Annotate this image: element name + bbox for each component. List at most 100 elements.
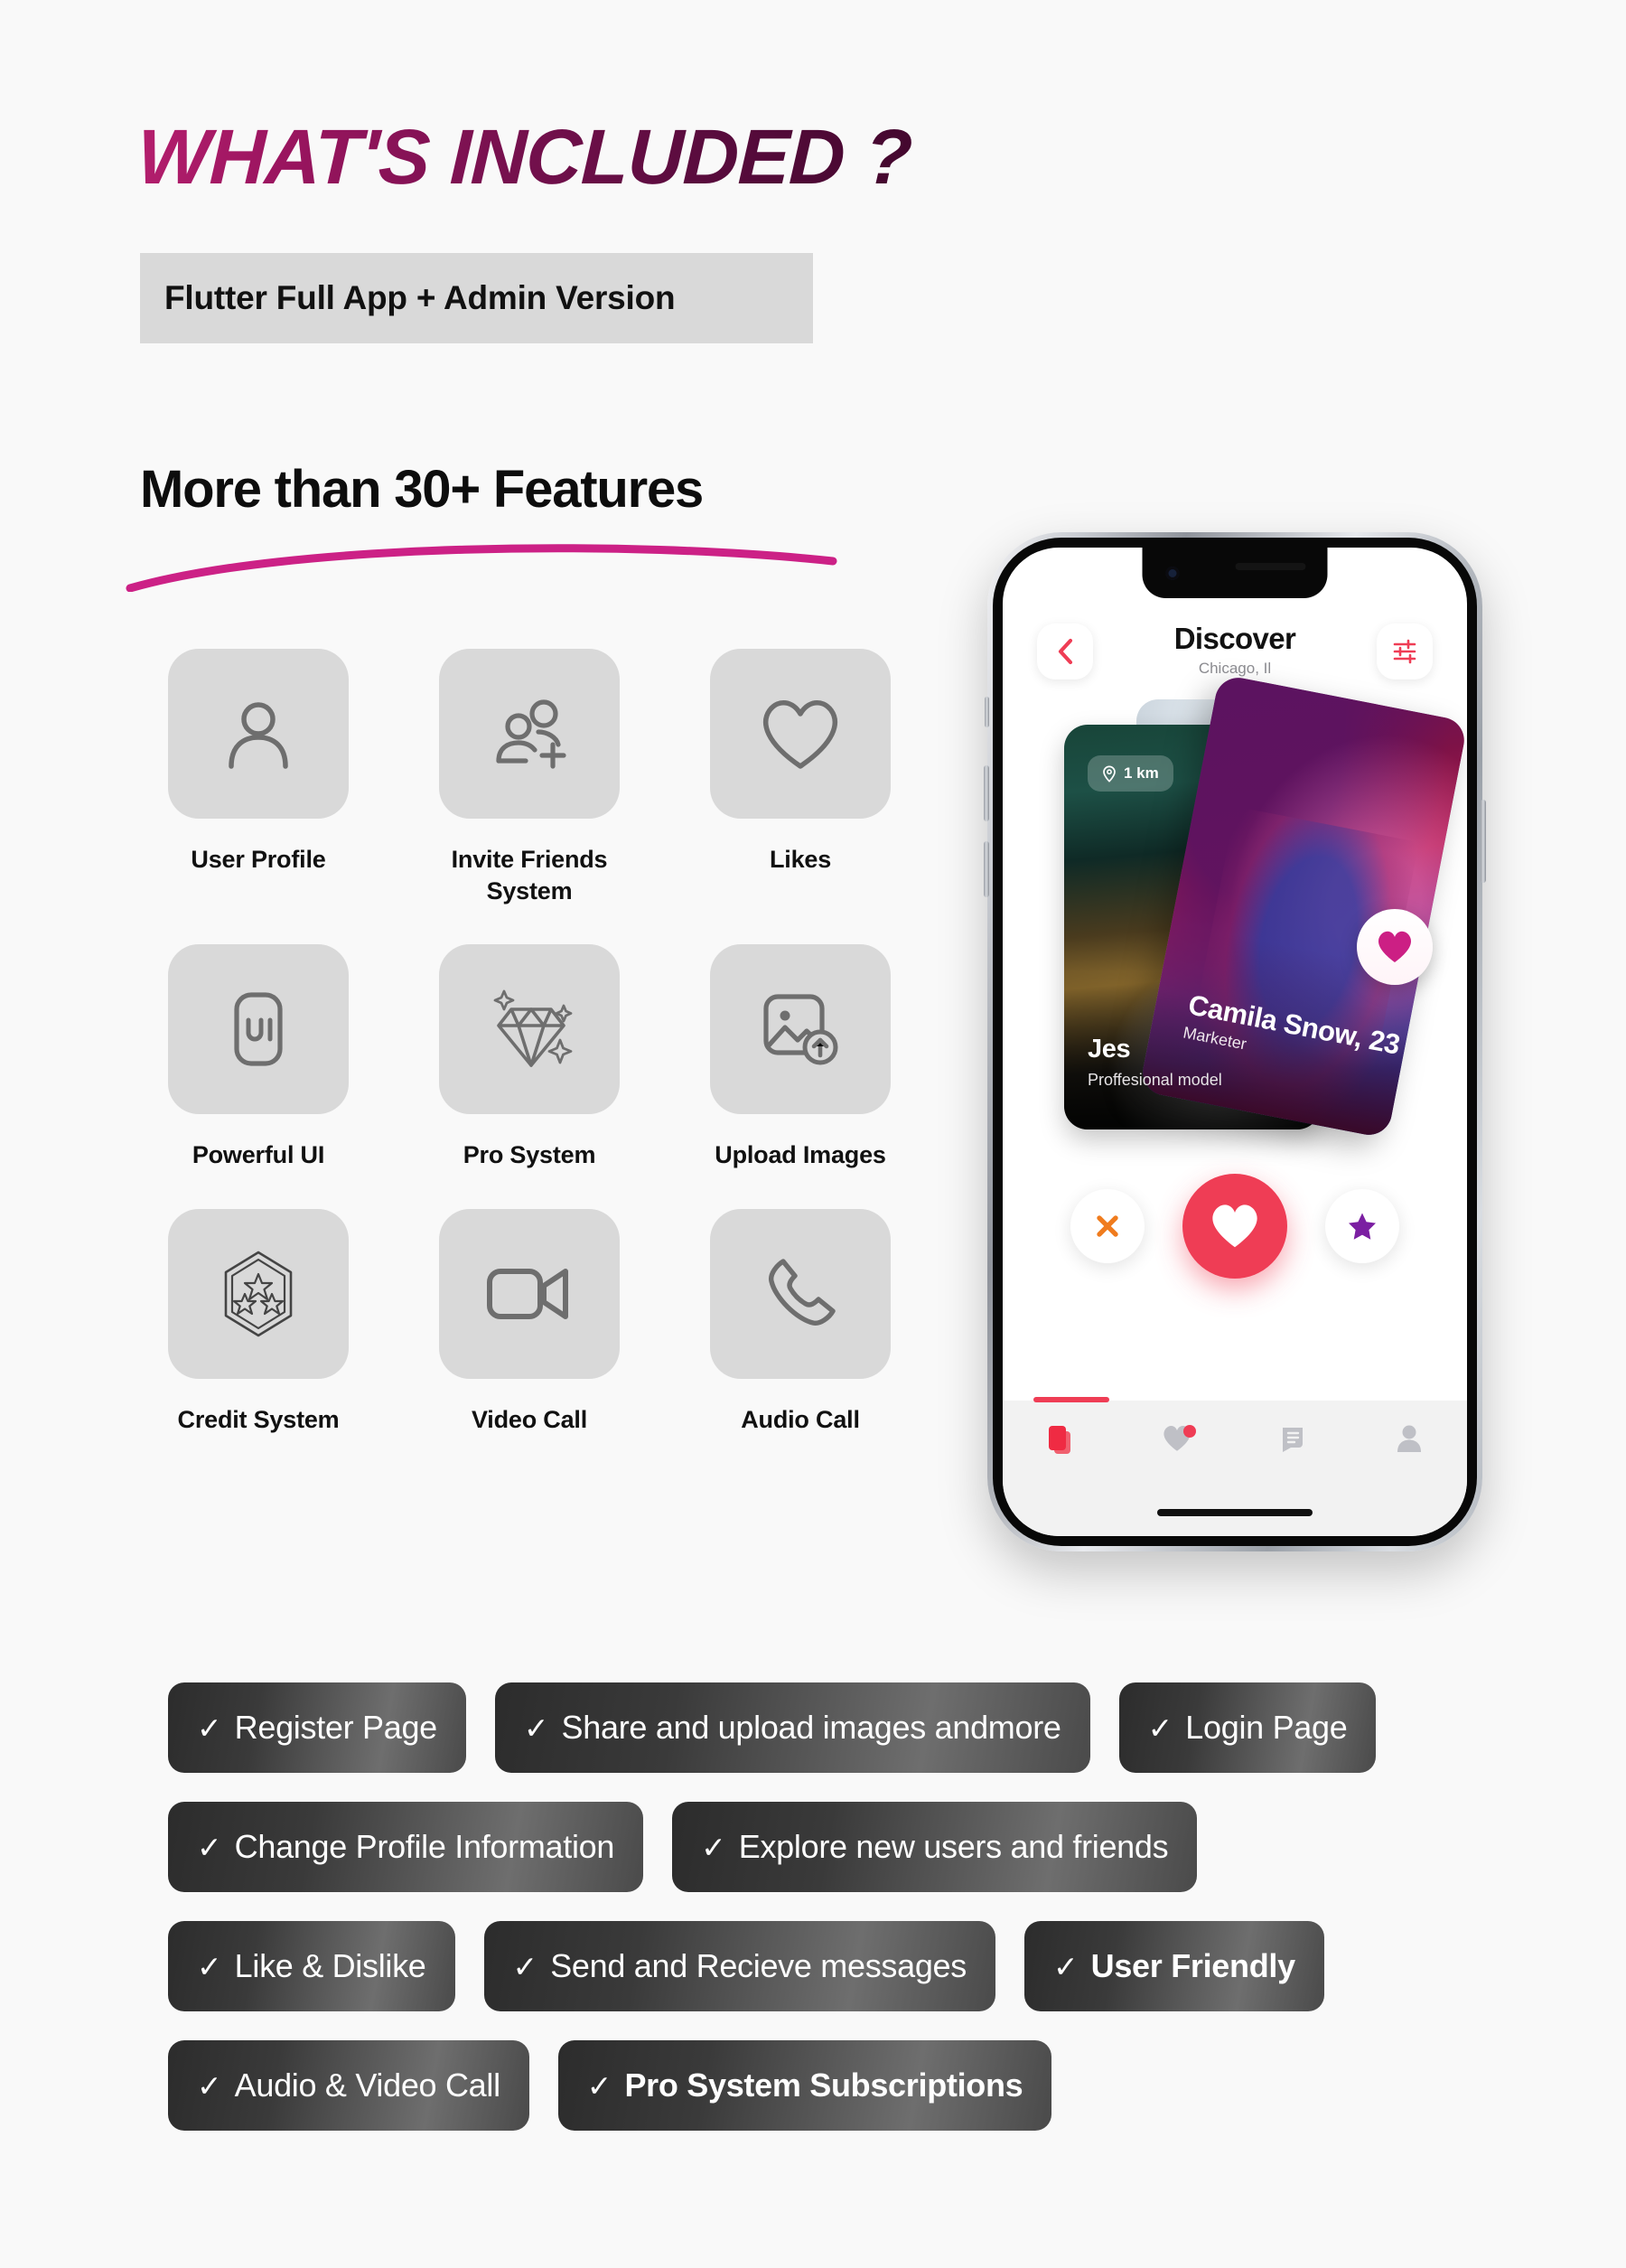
- card-stack: 1 km Jes Proffesional model Camila Snow,…: [1003, 673, 1467, 1142]
- feature-item: User Profile: [168, 649, 349, 906]
- feature-pill-label: Pro System Subscriptions: [624, 2067, 1023, 2104]
- phone-power-button: [1481, 800, 1486, 883]
- ui-icon: [234, 992, 283, 1066]
- section-title: More than 30+ Features: [140, 460, 704, 519]
- check-icon: ✓: [512, 1949, 538, 1983]
- tab-cards[interactable]: [1003, 1424, 1119, 1457]
- location-pin-icon: [1103, 765, 1116, 783]
- feature-grid: User Profile Invite Friends System Likes Po…: [168, 649, 891, 1436]
- upload-image-icon: [763, 994, 838, 1065]
- feature-icon-tile: [439, 1208, 620, 1379]
- home-indicator: [1157, 1509, 1313, 1516]
- feature-pill[interactable]: ✓ Change Profile Information: [168, 1802, 644, 1892]
- feature-pill[interactable]: ✓ Pro System Subscriptions: [557, 2040, 1052, 2131]
- matches-badge-dot: [1182, 1425, 1196, 1438]
- tab-messages[interactable]: [1235, 1424, 1351, 1453]
- check-icon: ✓: [586, 2068, 612, 2103]
- feature-item: Credit System: [168, 1208, 349, 1436]
- check-icon: ✓: [1147, 1710, 1173, 1745]
- phone-screen: Discover Chicago, Il 1 km Jes Proffesion…: [1003, 548, 1467, 1536]
- check-icon: ✓: [197, 2068, 222, 2103]
- filter-sliders-icon: [1393, 639, 1416, 664]
- feature-item: Likes: [710, 649, 891, 906]
- filter-button[interactable]: [1377, 623, 1433, 679]
- feature-icon-tile: [439, 649, 620, 819]
- check-icon: ✓: [197, 1949, 222, 1983]
- dislike-button[interactable]: [1070, 1189, 1145, 1263]
- check-icon: ✓: [523, 1710, 549, 1745]
- check-icon: ✓: [197, 1830, 222, 1864]
- subtitle-badge: Flutter Full App + Admin Version: [140, 253, 813, 343]
- user-profile-icon: [229, 702, 288, 769]
- feature-pill-label: Login Page: [1185, 1709, 1348, 1746]
- chat-bubble-icon: [1283, 1428, 1304, 1452]
- phone-volume-down-button: [984, 841, 989, 897]
- feature-icon-tile: [168, 944, 349, 1115]
- feature-pill[interactable]: ✓ User Friendly: [1023, 1921, 1324, 2011]
- star-icon: [1349, 1213, 1376, 1240]
- x-icon: [1097, 1215, 1118, 1237]
- phone-mute-switch: [985, 697, 989, 727]
- feature-label: Audio Call: [741, 1405, 860, 1433]
- feature-icon-tile: [710, 649, 891, 819]
- distance-badge-label: 1 km: [1124, 764, 1159, 782]
- pill-row: ✓ Audio & Video Call ✓ Pro System Subscript…: [168, 2040, 1496, 2131]
- phone-mockup: Discover Chicago, Il 1 km Jes Proffesion…: [984, 532, 1486, 1551]
- check-icon: ✓: [197, 1710, 222, 1745]
- feature-icon-tile: [168, 1208, 349, 1379]
- front-camera-icon: [1165, 567, 1180, 580]
- credit-badge-icon: [224, 1251, 293, 1336]
- app-header: Discover Chicago, Il: [1003, 618, 1467, 701]
- feature-item: Invite Friends System: [439, 649, 620, 906]
- feature-pill-label: Register Page: [234, 1709, 438, 1746]
- feature-pill-label: User Friendly: [1090, 1947, 1295, 1984]
- feature-label: Upload Images: [715, 1141, 886, 1169]
- video-camera-icon: [487, 1268, 568, 1319]
- feature-label: Powerful UI: [192, 1141, 325, 1169]
- action-buttons: [1003, 1158, 1467, 1294]
- feature-icon-tile: [168, 649, 349, 819]
- phone-notch: [1142, 548, 1328, 598]
- superlike-button[interactable]: [1325, 1189, 1399, 1263]
- feature-label: Likes: [769, 846, 832, 873]
- feature-pill-label: Change Profile Information: [234, 1828, 615, 1865]
- feature-item: Audio Call: [710, 1208, 891, 1436]
- feature-pill-list: ✓ Register Page ✓ Share and upload images a…: [168, 1682, 1496, 2160]
- feature-pill[interactable]: ✓ Like & Dislike: [168, 1921, 455, 2011]
- feature-pill[interactable]: ✓ Send and Recieve messages: [483, 1921, 995, 2011]
- feature-label: Video Call: [471, 1405, 588, 1433]
- distance-badge: 1 km: [1088, 755, 1173, 792]
- feature-item: Video Call: [439, 1208, 620, 1436]
- invite-friends-icon: [496, 699, 566, 769]
- feature-label: Credit System: [177, 1405, 340, 1433]
- back-card-name: Jes: [1088, 1035, 1131, 1064]
- heart-icon: [763, 700, 837, 769]
- feature-pill-label: Send and Recieve messages: [550, 1947, 967, 1984]
- feature-pill[interactable]: ✓ Register Page: [168, 1682, 466, 1773]
- check-icon: ✓: [1052, 1949, 1079, 1983]
- feature-pill[interactable]: ✓ Audio & Video Call: [168, 2040, 529, 2131]
- phone-icon: [769, 1258, 836, 1326]
- feature-label: Pro System: [463, 1141, 596, 1169]
- feature-pill[interactable]: ✓ Login Page: [1118, 1682, 1377, 1773]
- like-button[interactable]: [1182, 1174, 1287, 1279]
- feature-pill-label: Like & Dislike: [234, 1947, 426, 1984]
- check-icon: ✓: [701, 1830, 726, 1864]
- tab-matches[interactable]: [1119, 1424, 1236, 1453]
- feature-pill[interactable]: ✓ Share and upload images andmore: [494, 1682, 1090, 1773]
- back-card-role: Proffesional model: [1088, 1071, 1222, 1089]
- front-card-name: Camila Snow, 23: [1185, 989, 1403, 1061]
- heart-filled-icon: [1212, 1204, 1257, 1248]
- feature-pill-label: Audio & Video Call: [234, 2067, 500, 2104]
- cards-stack-icon: [1049, 1426, 1071, 1454]
- diamond-icon: [493, 989, 573, 1067]
- card-heart-badge: [1357, 909, 1433, 985]
- feature-pill-label: Share and upload images andmore: [561, 1709, 1061, 1746]
- feature-pill[interactable]: ✓ Explore new users and friends: [672, 1802, 1198, 1892]
- feature-item: Upload Images: [710, 944, 891, 1171]
- heart-filled-icon: [1378, 931, 1412, 962]
- tab-profile[interactable]: [1351, 1424, 1468, 1453]
- pill-row: ✓ Register Page ✓ Share and upload images a…: [168, 1682, 1496, 1773]
- feature-icon-tile: [710, 1208, 891, 1379]
- feature-icon-tile: [710, 944, 891, 1115]
